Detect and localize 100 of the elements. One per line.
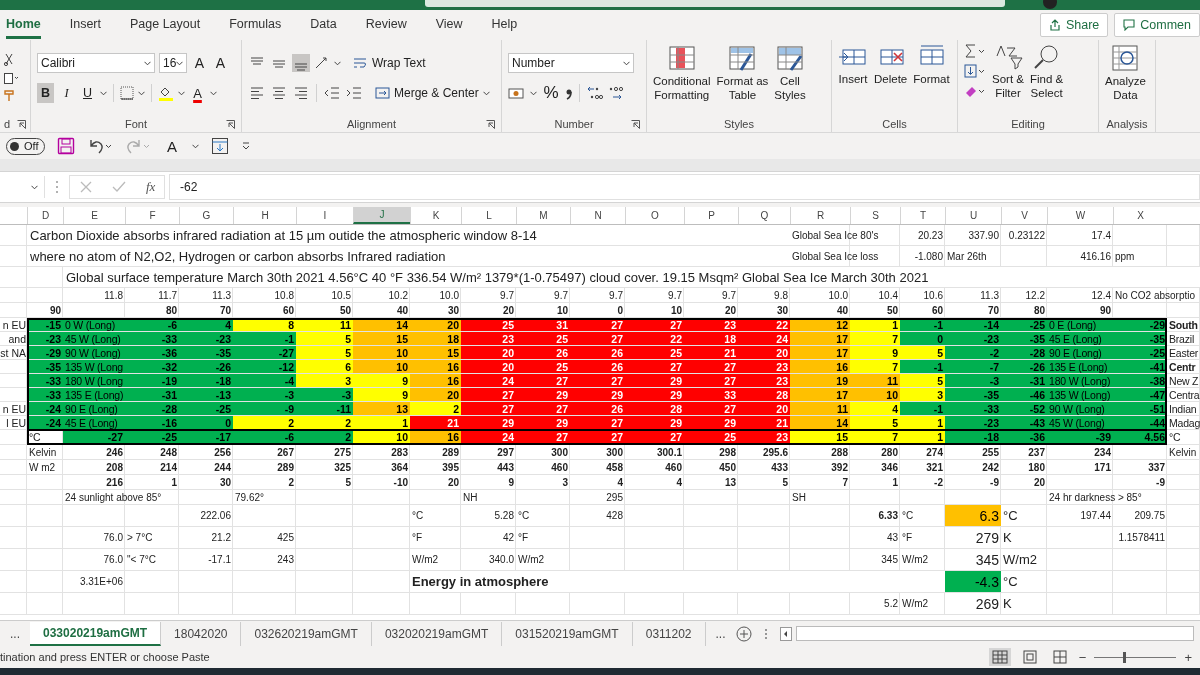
conditional-format-icon[interactable] xyxy=(666,44,697,72)
cells-command-button[interactable]: Delete xyxy=(874,44,908,87)
column-header[interactable]: K xyxy=(410,207,461,224)
column-header[interactable]: Q xyxy=(738,207,790,224)
style-command-button[interactable]: Cell Styles xyxy=(774,44,806,103)
number-format-dropdown[interactable]: Number xyxy=(508,53,634,73)
increase-font-button[interactable]: A xyxy=(191,53,208,73)
formula-input[interactable]: -62 xyxy=(169,174,1200,200)
column-header[interactable]: R xyxy=(790,207,850,224)
sheet-tab[interactable]: 032020219amGMT xyxy=(371,621,503,646)
share-icon[interactable] xyxy=(1048,19,1061,31)
align-icon[interactable] xyxy=(270,85,288,101)
copy-icon[interactable] xyxy=(4,72,18,84)
table-brush-icon[interactable] xyxy=(727,44,758,72)
eraser-icon[interactable] xyxy=(964,84,986,98)
caret-icon[interactable] xyxy=(144,60,151,66)
style-command-button[interactable]: Format as Table xyxy=(716,44,769,103)
customize-icon[interactable] xyxy=(241,141,252,151)
sheet-tab[interactable]: 032620219amGMT xyxy=(241,621,372,646)
currency-icon[interactable] xyxy=(508,86,526,100)
dialog-launcher-icon[interactable] xyxy=(631,120,640,129)
comment-icon[interactable] xyxy=(1123,19,1136,31)
analyze-data-button[interactable]: Analyze Data xyxy=(1105,44,1146,103)
wrap-text-button[interactable]: Wrap Text xyxy=(353,56,426,70)
ribbon-tab[interactable]: Home xyxy=(6,11,41,39)
ribbon-tab[interactable]: Review xyxy=(365,11,407,39)
ribbon-tab[interactable]: Insert xyxy=(69,11,101,39)
column-header[interactable]: U xyxy=(945,207,1001,224)
fill-color-icon[interactable] xyxy=(158,85,174,101)
ribbon-tab[interactable]: View xyxy=(435,11,463,39)
indent-icon[interactable] xyxy=(323,85,341,101)
style-command-button[interactable]: Conditional Formatting xyxy=(653,44,711,103)
column-header[interactable]: H xyxy=(233,207,296,224)
normal-view-icon[interactable] xyxy=(988,648,1011,666)
dialog-launcher-icon[interactable] xyxy=(486,120,495,129)
font-color-button[interactable]: A xyxy=(163,136,181,156)
scroll-left-icon[interactable] xyxy=(779,626,792,641)
column-header[interactable]: S xyxy=(850,207,900,224)
column-header[interactable]: W xyxy=(1047,207,1113,224)
zoom-thumb[interactable] xyxy=(1123,651,1127,663)
cells-command-button[interactable]: Insert xyxy=(838,44,868,87)
bold-button[interactable]: B xyxy=(37,83,54,103)
borders-icon[interactable] xyxy=(120,86,134,100)
sheet-tab[interactable]: 0311202 xyxy=(632,621,706,646)
caret-icon[interactable] xyxy=(623,60,630,66)
sort-filter-icon[interactable] xyxy=(993,44,1023,70)
caret-icon[interactable] xyxy=(138,90,145,96)
insert-function-button[interactable]: fx xyxy=(146,179,156,195)
add-sheet-icon[interactable] xyxy=(735,625,752,642)
font-size-dropdown[interactable]: 16 xyxy=(159,53,187,73)
increase-decimal-icon[interactable] xyxy=(586,85,604,101)
percent-button[interactable]: % xyxy=(541,83,561,103)
more-sheets-button[interactable]: ... xyxy=(705,621,736,646)
caret-icon[interactable] xyxy=(176,60,184,66)
caret-icon[interactable] xyxy=(31,184,38,190)
download-icon[interactable] xyxy=(211,137,230,155)
sum-icon[interactable] xyxy=(964,44,986,58)
caret-icon[interactable] xyxy=(210,90,217,96)
column-header[interactable]: T xyxy=(900,207,945,224)
more-sheets-button[interactable]: ... xyxy=(0,621,30,646)
editing-command-button[interactable]: Find & Select xyxy=(1029,44,1064,101)
column-header[interactable]: F xyxy=(125,207,179,224)
merge-icon[interactable] xyxy=(375,86,390,100)
indent-icon[interactable] xyxy=(345,85,363,101)
column-header[interactable]: M xyxy=(516,207,570,224)
zoom-in-button[interactable]: + xyxy=(1184,649,1192,665)
caret-icon[interactable] xyxy=(178,90,185,96)
column-header[interactable]: L xyxy=(461,207,516,224)
share-button[interactable]: Share xyxy=(1039,13,1109,37)
horizontal-scrollbar[interactable] xyxy=(795,626,1194,641)
sheet-tab[interactable]: 031520219amGMT xyxy=(502,621,633,646)
orientation-icon[interactable] xyxy=(314,56,330,70)
cells-command-button[interactable]: Format xyxy=(913,44,950,87)
ribbon-tab[interactable]: Help xyxy=(491,11,518,39)
dialog-launcher-icon[interactable] xyxy=(226,120,235,129)
analyze-data-icon[interactable] xyxy=(1110,44,1141,72)
format-painter-icon[interactable] xyxy=(4,90,14,102)
column-header[interactable]: G xyxy=(179,207,233,224)
column-header[interactable]: P xyxy=(684,207,738,224)
dialog-launcher-icon[interactable] xyxy=(17,120,26,129)
ribbon-tab[interactable]: Data xyxy=(310,11,337,39)
caret-icon[interactable] xyxy=(100,90,107,96)
editing-command-button[interactable]: Sort & Filter xyxy=(992,44,1024,101)
caret-icon[interactable] xyxy=(482,90,490,96)
save-icon[interactable] xyxy=(57,137,76,155)
avatar-icon[interactable] xyxy=(1043,0,1057,10)
comments-button[interactable]: Commen xyxy=(1114,13,1200,37)
undo-icon[interactable] xyxy=(87,137,114,155)
underline-button[interactable]: U xyxy=(79,83,96,103)
wrap-text-icon[interactable] xyxy=(353,56,368,70)
column-header[interactable]: E xyxy=(63,207,125,224)
decrease-decimal-icon[interactable] xyxy=(608,85,626,101)
search-field[interactable] xyxy=(425,0,1005,7)
more-icon[interactable] xyxy=(763,627,768,640)
sheet-tab[interactable]: 18042020 xyxy=(161,621,242,646)
column-header[interactable]: V xyxy=(1001,207,1047,224)
ribbon-tab[interactable]: Page Layout xyxy=(130,11,201,39)
column-header[interactable]: N xyxy=(570,207,625,224)
font-name-dropdown[interactable]: Calibri xyxy=(37,53,155,73)
column-header[interactable]: X xyxy=(1113,207,1167,224)
